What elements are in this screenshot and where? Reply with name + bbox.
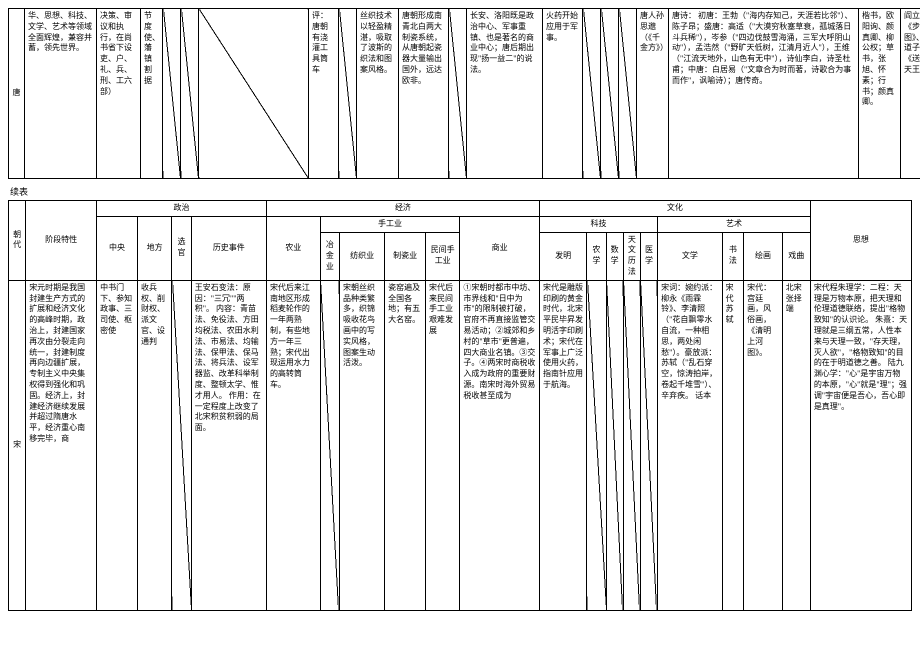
- tang-feature: 华、思想、科技、文学、艺术等领域全面辉煌，兼容并蓄，领先世界。: [25, 9, 97, 179]
- hdr-astro: 天文历法: [623, 232, 640, 280]
- hdr-calli: 书法: [722, 232, 743, 280]
- hdr-agrisci: 农学: [587, 232, 606, 280]
- song-events: 王安石变法：原因："三冗""两积"。 内容：青苗法、免役法、方田均税法、农田水利…: [191, 280, 266, 610]
- song-commerce: ①宋朝时都市中坊、市界线和"日中为市"的限制被打破，官府不再直接监管交易活动；②…: [460, 280, 540, 610]
- song-paint: 宋代：宫廷画，风俗画，《清明上河图》。: [744, 280, 783, 610]
- hdr-handicraft: 手工业: [320, 216, 460, 232]
- hdr-agri: 农业: [266, 216, 320, 280]
- hdr-math: 数学: [606, 232, 623, 280]
- diag-cell: [199, 9, 309, 179]
- hdr-commerce: 商业: [460, 216, 540, 280]
- hdr-folk: 民间手工业: [426, 232, 460, 280]
- hdr-thought: 思想: [810, 201, 911, 281]
- table-tang: 唐 华、思想、科技、文学、艺术等领域全面辉煌，兼容并蓄，领先世界。 决策、审议和…: [8, 8, 920, 179]
- diag-cell: [640, 280, 657, 610]
- tang-literature: 唐诗： 初唐：王勃（"海内存知己，天涯若比邻"）、陈子昂；盛唐：高适（"大漠穷秋…: [669, 9, 859, 179]
- tang-medical: 唐人孙思邈（《千金方》）: [637, 9, 669, 179]
- header-row-1: 朝代 阶段特性 政治 经济 文化 思想: [9, 201, 912, 217]
- hdr-invent: 发明: [539, 232, 586, 280]
- table-song: 朝代 阶段特性 政治 经济 文化 思想 中央 地方 选官 历史事件 农业 手工业…: [8, 200, 912, 611]
- song-feature: 宋元时期是我国封建生产方式的扩展和经济文化的高峰时期，政治上，封建国家再次由分裂…: [26, 280, 97, 610]
- tang-dynasty: 唐: [9, 9, 25, 179]
- hdr-textile: 纺织业: [340, 232, 385, 280]
- diag-cell: [587, 280, 606, 610]
- continued-label: 续表: [10, 185, 912, 198]
- diag-cell: [606, 280, 623, 610]
- song-calli: 宋代苏轼: [722, 280, 743, 610]
- hdr-local: 地方: [137, 216, 171, 280]
- diag-cell: [320, 280, 339, 610]
- tang-invent: 火药开始应用于军事。: [543, 9, 583, 179]
- diag-cell: [163, 9, 181, 179]
- song-ceramic: 瓷窑遍及全国各地；有五大名窑。: [385, 280, 426, 610]
- hdr-art: 艺术: [658, 216, 811, 232]
- hdr-economy: 经济: [266, 201, 539, 217]
- hdr-opera: 戏曲: [782, 232, 810, 280]
- tang-commerce: 长安、洛阳既是政治中心、军事重镇、也是著名的商业中心；唐后期出现"扬一益二"的说…: [467, 9, 543, 179]
- song-central: 中书门下、参知政事、三司使、枢密使: [97, 280, 138, 610]
- tang-ceramic: 唐朝形成南青北白两大制瓷系统，从唐朝起瓷器大量输出国外，远达欧非。: [399, 9, 449, 179]
- song-lit: 宋词：婉约派：柳永《雨霖铃》、李清照（"花自飘零水自流，一种相思，两处闲愁"）。…: [658, 280, 722, 610]
- hdr-select: 选官: [172, 216, 191, 280]
- hdr-med: 医学: [640, 232, 657, 280]
- tang-paint: 阎立本《步辇图》、吴道子《送子天王图》: [901, 9, 920, 179]
- hdr-central: 中央: [97, 216, 138, 280]
- tang-textile: 丝织技术以轻盈精湛，吸取了波斯的织法和图案风格。: [357, 9, 399, 179]
- hdr-lit: 文学: [658, 232, 722, 280]
- hdr-culture: 文化: [539, 201, 810, 217]
- diag-cell: [619, 9, 637, 179]
- diag-cell: [449, 9, 467, 179]
- tang-calli: 楷书，欧阳询、颜真卿、柳公权；草书，张旭、怀素；行书；颜真卿。: [859, 9, 901, 179]
- song-row: 宋 宋元时期是我国封建生产方式的扩展和经济文化的高峰时期，政治上，封建国家再次由…: [9, 280, 912, 610]
- song-opera: 北宋张择端: [782, 280, 810, 610]
- hdr-metal: 冶金业: [320, 232, 339, 280]
- song-folk: 宋代后来民间手工业艰难发展: [426, 280, 460, 610]
- diag-cell: [172, 280, 191, 610]
- song-invent: 宋代是雕版印刷的黄金时代，北宋平民毕昇发明活字印刷术；宋代在军事上广泛使用火药，…: [539, 280, 586, 610]
- song-local: 收兵权、削财权、派文官、设通判: [137, 280, 171, 610]
- hdr-events: 历史事件: [191, 216, 266, 280]
- song-thought: 宋代程朱理学：二程：天理是万物本原，把天理和伦理道德联络，提出"格物致知"的认识…: [810, 280, 911, 610]
- header-row-2: 中央 地方 选官 历史事件 农业 手工业 商业 科技 艺术: [9, 216, 912, 232]
- tang-local: 节度使、藩镇割据: [141, 9, 163, 179]
- diag-cell: [623, 280, 640, 610]
- diag-cell: [339, 9, 357, 179]
- hdr-tech: 科技: [539, 216, 657, 232]
- hdr-ceramic: 制瓷业: [385, 232, 426, 280]
- tang-central: 决策、审议和执行，在尚书省下设吏、户、礼、兵、刑、工六部）: [97, 9, 141, 179]
- song-textile: 宋朝丝织品种类繁多，织锦吸收花鸟画中的写实风格，图案生动活泼。: [340, 280, 385, 610]
- hdr-politics: 政治: [97, 201, 267, 217]
- hdr-dynasty: 朝代: [9, 201, 26, 281]
- song-dynasty: 宋: [9, 280, 26, 610]
- diag-cell: [181, 9, 199, 179]
- diag-cell: [583, 9, 601, 179]
- song-agri: 宋代后来江南地区形成稻麦轮作的一年两熟制，有些地方一年三熟；宋代出现运用水力的高…: [266, 280, 320, 610]
- tang-judge: 评：唐朝有浇灌工具筒车: [309, 9, 339, 179]
- hdr-paint: 绘画: [744, 232, 783, 280]
- diag-cell: [601, 9, 619, 179]
- hdr-feature: 阶段特性: [26, 201, 97, 281]
